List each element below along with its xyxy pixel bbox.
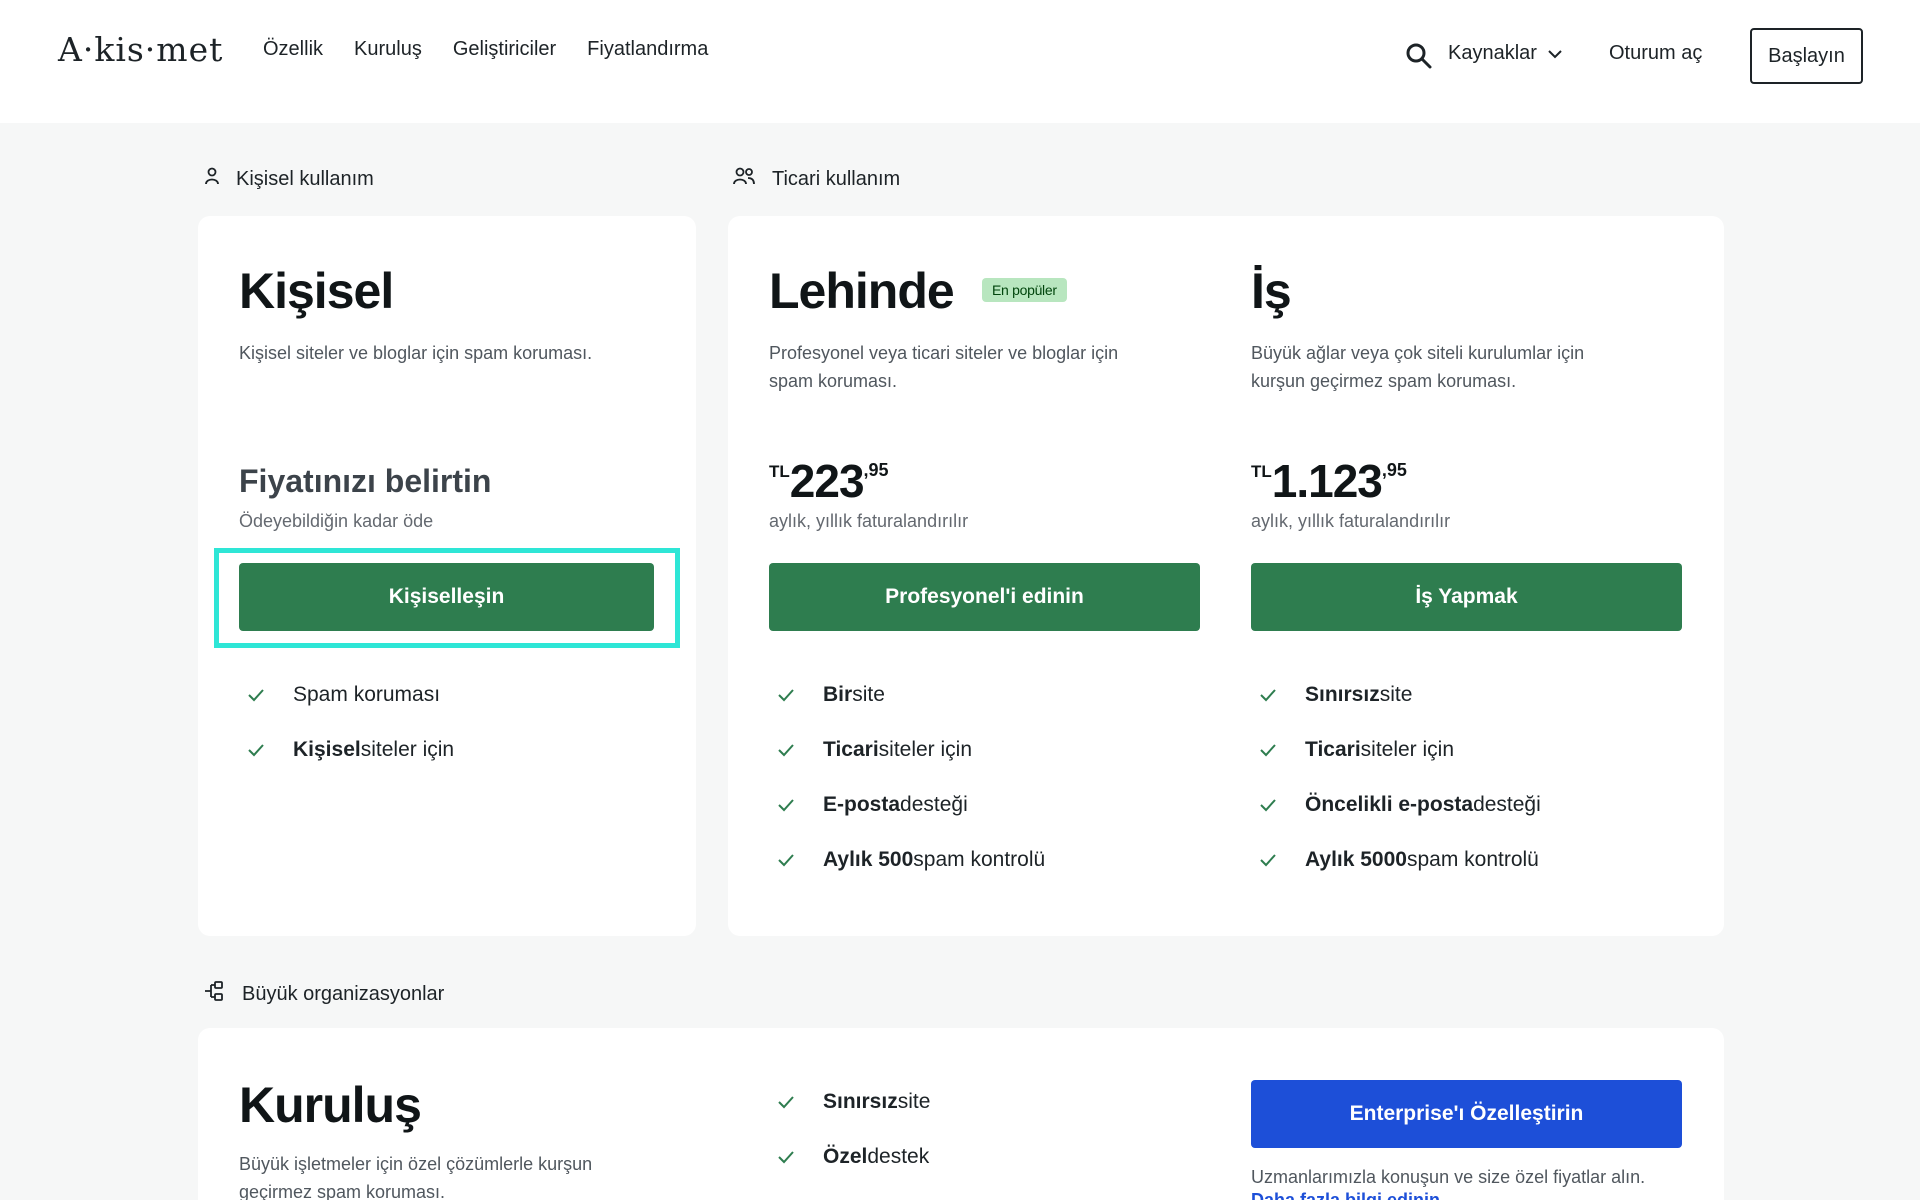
check-icon xyxy=(777,1095,801,1109)
enterprise-plan-card: Kuruluş Büyük işletmeler için özel çözüm… xyxy=(198,1028,1724,1200)
enterprise-features: Sınırsız site Özel destek xyxy=(769,1074,930,1184)
nav-developers[interactable]: Geliştiriciler xyxy=(453,38,556,61)
plan-title: İş xyxy=(1251,263,1292,319)
get-started-button[interactable]: Başlayın xyxy=(1750,28,1863,84)
akismet-logo[interactable]: A·kis·met xyxy=(58,30,223,69)
people-icon xyxy=(732,167,756,191)
pro-features: Bir site Ticari siteler için E-posta des… xyxy=(769,667,1045,887)
plan-title: Kuruluş xyxy=(239,1077,422,1133)
chevron-down-icon xyxy=(1547,42,1563,65)
check-icon xyxy=(777,1150,801,1164)
check-icon xyxy=(1259,853,1283,867)
list-item: Ticari siteler için xyxy=(1251,722,1541,777)
commercial-use-label: Ticari kullanım xyxy=(732,167,900,191)
check-icon xyxy=(1259,743,1283,757)
check-icon xyxy=(777,798,801,812)
get-pro-button[interactable]: Profesyonel'i edinin xyxy=(769,563,1200,631)
nav-enterprise[interactable]: Kuruluş xyxy=(354,38,422,61)
resources-label: Kaynaklar xyxy=(1448,42,1537,64)
most-popular-badge: En popüler xyxy=(982,278,1067,302)
get-personal-button[interactable]: Kişiselleşin xyxy=(239,563,654,631)
plan-description: Büyük ağlar veya çok siteli kurulumlar i… xyxy=(1251,343,1585,391)
customize-enterprise-button[interactable]: Enterprise'ı Özelleştirin xyxy=(1251,1080,1682,1148)
check-icon xyxy=(777,853,801,867)
person-icon xyxy=(204,167,220,191)
check-icon xyxy=(1259,688,1283,702)
main-nav: Özellik Kuruluş Geliştiriciler Fiyatland… xyxy=(263,38,708,61)
plan-title: Lehinde xyxy=(769,263,955,319)
list-item: Özel destek xyxy=(769,1129,930,1184)
list-item: Ticari siteler için xyxy=(769,722,1045,777)
list-item: Kişisel siteler için xyxy=(239,722,454,777)
organization-icon xyxy=(204,980,226,1008)
list-item: E-posta desteği xyxy=(769,777,1045,832)
enterprise-note: Uzmanlarımızla konuşun ve size özel fiya… xyxy=(1251,1167,1646,1187)
price-subtitle: aylık, yıllık faturalandırılır xyxy=(1251,511,1451,531)
resources-menu[interactable]: Kaynaklar xyxy=(1448,42,1563,65)
plan-title: Kişisel xyxy=(239,263,394,319)
business-features: Sınırsız site Ticari siteler için Önceli… xyxy=(1251,667,1541,887)
pro-price: TL 223 ,95 xyxy=(769,455,889,507)
list-item: Bir site xyxy=(769,667,1045,722)
list-item: Sınırsız site xyxy=(1251,667,1541,722)
check-icon xyxy=(777,688,801,702)
personal-use-label: Kişisel kullanım xyxy=(204,167,374,191)
get-business-button[interactable]: İş Yapmak xyxy=(1251,563,1682,631)
check-icon xyxy=(777,743,801,757)
check-icon xyxy=(1259,798,1283,812)
personal-plan-card: Kişisel Kişisel siteler ve bloglar için … xyxy=(198,216,696,936)
business-price: TL 1.123 ,95 xyxy=(1251,455,1407,507)
plan-description: Kişisel siteler ve bloglar için spam kor… xyxy=(239,343,593,363)
nav-features[interactable]: Özellik xyxy=(263,38,323,61)
nav-pricing[interactable]: Fiyatlandırma xyxy=(587,38,708,61)
learn-more-link[interactable]: Daha fazla bilgi edinin xyxy=(1251,1190,1440,1200)
site-header: A·kis·met Özellik Kuruluş Geliştiriciler… xyxy=(0,0,1920,123)
plan-description: Profesyonel veya ticari siteler ve blogl… xyxy=(769,343,1119,391)
list-item: Öncelikli e-posta desteği xyxy=(1251,777,1541,832)
list-item: Aylık 5000 spam kontrolü xyxy=(1251,832,1541,887)
personal-features: Spam koruması Kişisel siteler için xyxy=(239,667,454,777)
large-orgs-label: Büyük organizasyonlar xyxy=(204,980,444,1008)
list-item: Spam koruması xyxy=(239,667,454,722)
check-icon xyxy=(247,743,271,757)
price-subtitle: Ödeyebildiğin kadar öde xyxy=(239,511,434,531)
price-heading: Fiyatınızı belirtin xyxy=(239,463,492,499)
login-link[interactable]: Oturum aç xyxy=(1609,42,1702,65)
plan-description: Büyük işletmeler için özel çözümlerle ku… xyxy=(239,1154,593,1200)
price-subtitle: aylık, yıllık faturalandırılır xyxy=(769,511,969,531)
list-item: Sınırsız site xyxy=(769,1074,930,1129)
commercial-plans-card: Lehinde En popüler Profesyonel veya tica… xyxy=(728,216,1724,936)
check-icon xyxy=(247,688,271,702)
list-item: Aylık 500 spam kontrolü xyxy=(769,832,1045,887)
search-icon[interactable] xyxy=(1405,42,1433,70)
